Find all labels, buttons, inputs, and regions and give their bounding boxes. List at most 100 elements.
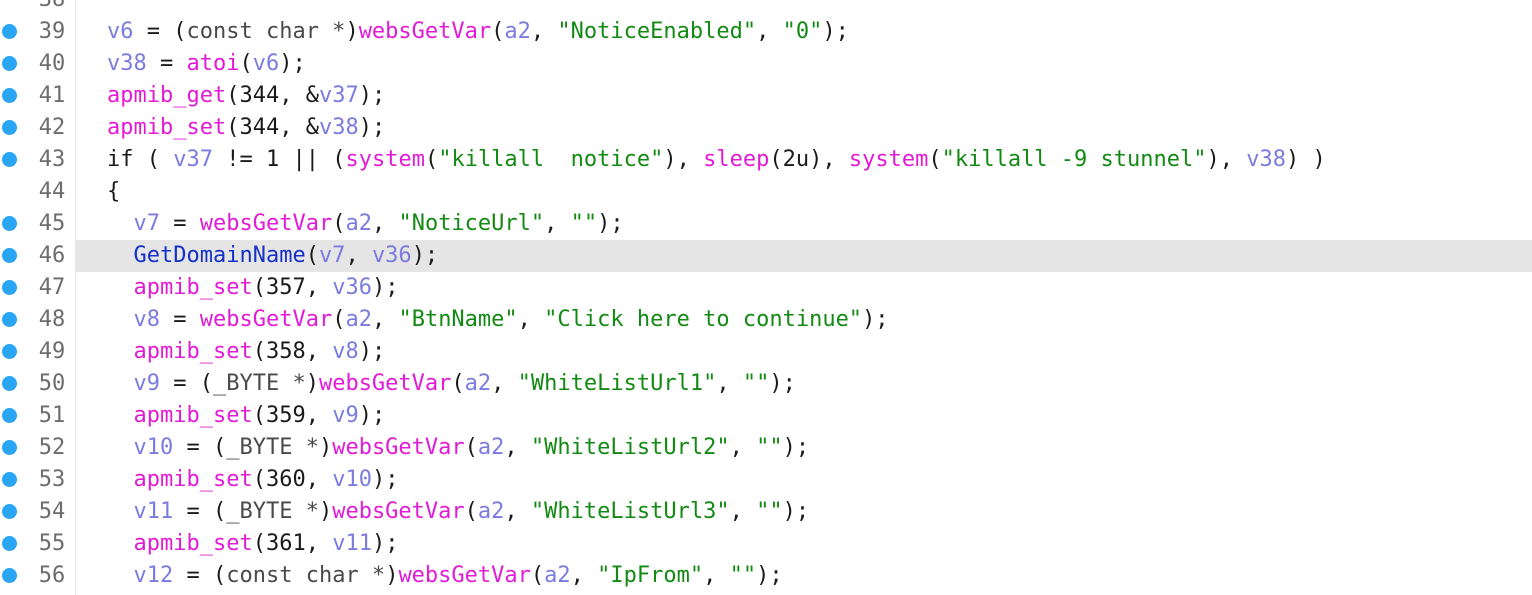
- breakpoint-dot-icon[interactable]: [2, 312, 17, 327]
- code-string: "": [570, 211, 598, 236]
- code-type: const char *: [226, 563, 386, 588]
- code-punctuation: ): [318, 435, 333, 460]
- breakpoint-dot-icon[interactable]: [2, 344, 17, 359]
- breakpoint-dot-icon[interactable]: [2, 216, 17, 231]
- code-text[interactable]: v11 = (_BYTE *)websGetVar(a2, "WhiteList…: [107, 496, 810, 528]
- code-string: "WhiteListUrl2": [530, 435, 730, 460]
- code-text[interactable]: apmib_set(359, v9);: [107, 400, 386, 432]
- code-line[interactable]: 45 v7 = websGetVar(a2, "NoticeUrl", "");: [0, 208, 1532, 240]
- code-text[interactable]: v8 = websGetVar(a2, "BtnName", "Click he…: [107, 304, 889, 336]
- code-function-call: apmib_set: [107, 115, 227, 140]
- code-line[interactable]: 53 apmib_set(360, v10);: [0, 464, 1532, 496]
- code-text[interactable]: apmib_set(358, v8);: [107, 336, 386, 368]
- breakpoint-dot-icon[interactable]: [2, 568, 17, 583]
- code-variable: a2: [544, 563, 571, 588]
- code-line[interactable]: 43 if ( v37 != 1 || (system("killall noti…: [0, 144, 1532, 176]
- code-function-call: websGetVar: [199, 211, 333, 236]
- breakpoint-dot-icon[interactable]: [2, 248, 17, 263]
- code-variable: v11: [133, 499, 174, 524]
- code-text[interactable]: v9 = (_BYTE *)websGetVar(a2, "WhiteListU…: [107, 368, 796, 400]
- code-function-call: websGetVar: [398, 563, 531, 588]
- breakpoint-dot-icon[interactable]: [2, 24, 17, 39]
- code-text[interactable]: {: [107, 176, 120, 208]
- code-punctuation: , &: [279, 83, 319, 108]
- code-text[interactable]: GetDomainName(v7, v36);: [107, 240, 439, 272]
- code-punctuation: ) ): [1286, 147, 1326, 172]
- code-type: _BYTE *: [226, 435, 319, 460]
- code-text[interactable]: apmib_set(357, v36);: [107, 272, 399, 304]
- code-punctuation: (: [464, 499, 478, 524]
- breakpoint-dot-icon[interactable]: [2, 280, 17, 295]
- code-punctuation: (: [332, 307, 346, 332]
- code-line[interactable]: 55 apmib_set(361, v11);: [0, 528, 1532, 560]
- breakpoint-dot-icon[interactable]: [2, 376, 17, 391]
- code-text[interactable]: apmib_set(361, v11);: [107, 528, 399, 560]
- code-text[interactable]: apmib_set(344, &v38);: [107, 112, 385, 144]
- code-line[interactable]: 48 v8 = websGetVar(a2, "BtnName", "Click…: [0, 304, 1532, 336]
- breakpoint-dot-icon[interactable]: [2, 408, 17, 423]
- code-line[interactable]: 50 v9 = (_BYTE *)websGetVar(a2, "WhiteLi…: [0, 368, 1532, 400]
- code-type: const char *: [186, 19, 346, 44]
- code-punctuation: );: [411, 243, 439, 268]
- code-number: 344: [239, 115, 280, 140]
- breakpoint-dot-icon[interactable]: [2, 504, 17, 519]
- code-punctuation: (: [226, 115, 240, 140]
- code-variable: v37: [173, 147, 213, 172]
- code-text[interactable]: v6 = (const char *)websGetVar(a2, "Notic…: [107, 16, 849, 48]
- code-text[interactable]: v7 = websGetVar(a2, "NoticeUrl", "");: [107, 208, 624, 240]
- code-text[interactable]: v38 = atoi(v6);: [107, 48, 306, 80]
- breakpoint-dot-icon[interactable]: [2, 472, 17, 487]
- code-editor[interactable]: 3839v6 = (const char *)websGetVar(a2, "N…: [0, 0, 1532, 595]
- code-number: 2u: [782, 147, 810, 172]
- breakpoint-dot-icon[interactable]: [2, 88, 17, 103]
- code-punctuation: (: [252, 339, 266, 364]
- breakpoint-dot-icon[interactable]: [2, 152, 17, 167]
- code-text[interactable]: if ( v37 != 1 || (system("killall notice…: [107, 144, 1326, 176]
- code-line[interactable]: 47 apmib_set(357, v36);: [0, 272, 1532, 304]
- code-variable: v38: [1246, 147, 1286, 172]
- code-punctuation: );: [782, 435, 810, 460]
- code-line[interactable]: 41 apmib_get(344, &v37);: [0, 80, 1532, 112]
- code-text[interactable]: apmib_get(344, &v37);: [107, 80, 385, 112]
- code-line[interactable]: 54 v11 = (_BYTE *)websGetVar(a2, "WhiteL…: [0, 496, 1532, 528]
- code-variable: v12: [133, 563, 174, 588]
- code-variable: v9: [133, 371, 161, 396]
- code-punctuation: (: [133, 147, 174, 172]
- code-function-call: apmib_set: [133, 403, 253, 428]
- code-line[interactable]: 42 apmib_set(344, &v38);: [0, 112, 1532, 144]
- breakpoint-dot-icon[interactable]: [2, 120, 17, 135]
- code-variable: v6: [252, 51, 280, 76]
- code-line[interactable]: 44 {: [0, 176, 1532, 208]
- line-number: 48: [38, 307, 66, 332]
- line-number: 51: [38, 403, 66, 428]
- code-string: "": [756, 499, 783, 524]
- code-line[interactable]: 51 apmib_set(359, v9);: [0, 400, 1532, 432]
- line-number: 45: [38, 211, 66, 236]
- code-line[interactable]: 52 v10 = (_BYTE *)websGetVar(a2, "WhiteL…: [0, 432, 1532, 464]
- code-line[interactable]: 39 v6 = (const char *)websGetVar(a2, "Not…: [0, 16, 1532, 48]
- breakpoint-dot-icon[interactable]: [2, 536, 17, 551]
- code-punctuation: ),: [663, 147, 704, 172]
- code-number: 361: [265, 531, 306, 556]
- code-line[interactable]: 56 v12 = (const char *)websGetVar(a2, "I…: [0, 560, 1532, 592]
- code-text[interactable]: apmib_set(360, v10);: [107, 464, 399, 496]
- line-number: 52: [38, 435, 66, 460]
- code-string: "Click here to continue": [544, 307, 863, 332]
- code-variable: a2: [504, 19, 531, 44]
- code-line-current[interactable]: 46 GetDomainName(v7, v36);: [0, 240, 1532, 272]
- code-line[interactable]: 38: [0, 0, 1532, 16]
- code-punctuation: ,: [729, 435, 757, 460]
- code-text[interactable]: v12 = (const char *)websGetVar(a2, "IpFr…: [107, 560, 783, 592]
- code-punctuation: ,: [530, 19, 558, 44]
- code-line[interactable]: 49 apmib_set(358, v8);: [0, 336, 1532, 368]
- code-punctuation: (: [305, 243, 319, 268]
- code-line[interactable]: 40 v38 = atoi(v6);: [0, 48, 1532, 80]
- code-variable: v7: [318, 243, 346, 268]
- breakpoint-dot-icon[interactable]: [2, 440, 17, 455]
- code-text[interactable]: v10 = (_BYTE *)websGetVar(a2, "WhiteList…: [107, 432, 810, 464]
- breakpoint-dot-icon[interactable]: [2, 56, 17, 71]
